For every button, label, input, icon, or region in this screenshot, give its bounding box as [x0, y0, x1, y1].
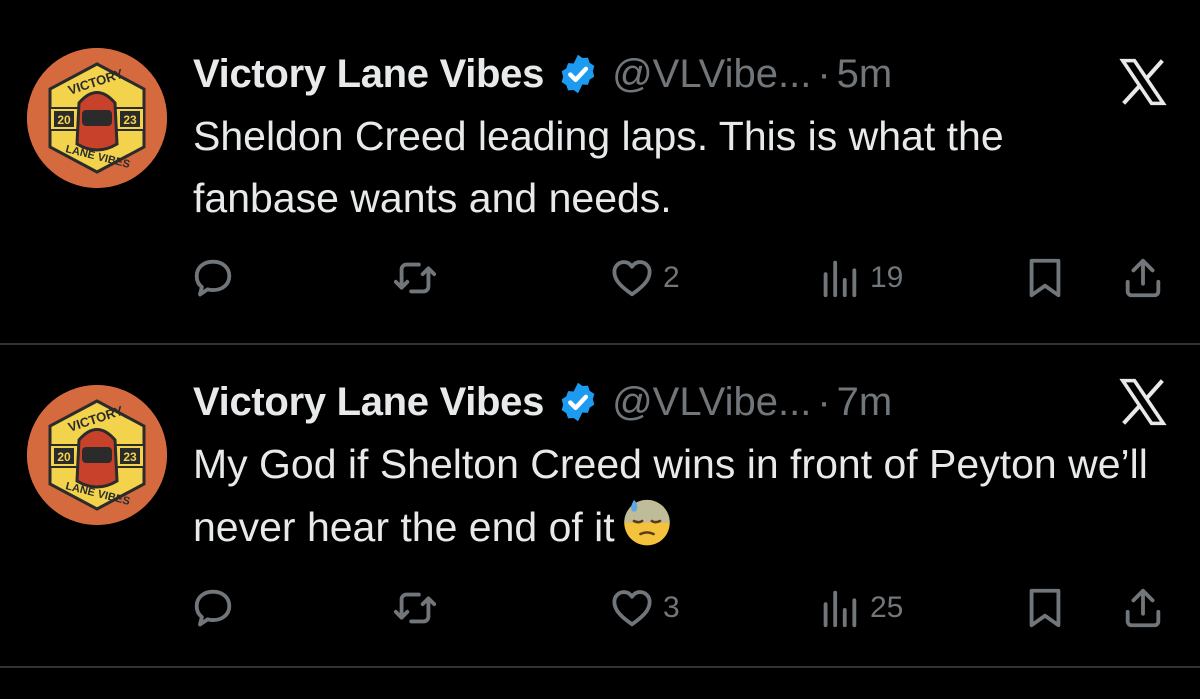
author-handle[interactable]: @VLVibe... — [612, 52, 811, 97]
tweet-divider — [0, 666, 1200, 668]
x-logo-icon — [1119, 58, 1167, 106]
bookmark-button[interactable] — [1022, 580, 1068, 636]
reply-icon — [194, 589, 232, 627]
victory-lane-vibes-logo: 20 23 VICTORY LANE VIBES — [27, 385, 167, 525]
verified-badge-icon[interactable] — [556, 380, 600, 424]
logo-year-right: 23 — [123, 450, 137, 464]
reply-button[interactable] — [190, 580, 236, 636]
share-button[interactable] — [1120, 580, 1166, 636]
view-count: 19 — [870, 261, 904, 294]
retweet-icon — [393, 592, 437, 624]
view-count: 25 — [870, 591, 904, 624]
downcast-face-with-sweat-icon — [623, 499, 670, 546]
x-logo-icon — [1119, 378, 1167, 426]
timestamp[interactable]: 5m — [837, 52, 893, 97]
verified-badge-icon[interactable] — [556, 52, 600, 96]
bookmark-icon — [1029, 258, 1061, 298]
views-button[interactable]: 25 — [816, 580, 903, 636]
retweet-icon — [393, 262, 437, 294]
tweet-actions: 3 25 — [0, 580, 1200, 636]
logo-year-left: 20 — [57, 113, 71, 127]
tweet[interactable]: 20 23 VICTORY LANE VIBES Victory Lane Vi… — [0, 0, 1200, 343]
tweet-text-container: My God if Shelton Creed wins in front of… — [193, 433, 1153, 558]
share-icon — [1125, 588, 1161, 628]
bookmark-button[interactable] — [1022, 250, 1068, 306]
victory-lane-vibes-logo: 20 23 VICTORY LANE VIBES — [27, 48, 167, 188]
like-button[interactable]: 2 — [609, 250, 680, 306]
timestamp[interactable]: 7m — [837, 380, 893, 425]
like-count: 2 — [663, 261, 680, 294]
views-icon — [823, 260, 857, 298]
like-count: 3 — [663, 591, 680, 624]
heart-icon — [612, 260, 652, 297]
views-button[interactable]: 19 — [816, 250, 903, 306]
tweet-header: Victory Lane Vibes @VLVibe... · 5m — [193, 50, 892, 98]
reply-button[interactable] — [190, 250, 236, 306]
author-name[interactable]: Victory Lane Vibes — [193, 380, 544, 425]
retweet-button[interactable] — [392, 250, 438, 306]
separator-dot: · — [817, 51, 831, 96]
retweet-button[interactable] — [392, 580, 438, 636]
views-icon — [823, 590, 857, 628]
logo-year-right: 23 — [123, 113, 137, 127]
bookmark-icon — [1029, 588, 1061, 628]
tweet-text: Sheldon Creed leading laps. This is what… — [193, 113, 1004, 221]
like-button[interactable]: 3 — [609, 580, 680, 636]
reply-icon — [194, 259, 232, 297]
tweet-actions: 2 19 — [0, 250, 1200, 306]
tweet-header: Victory Lane Vibes @VLVibe... · 7m — [193, 378, 892, 426]
share-icon — [1125, 258, 1161, 298]
logo-year-left: 20 — [57, 450, 71, 464]
tweet[interactable]: 20 23 VICTORY LANE VIBES Victory Lane Vi… — [0, 345, 1200, 665]
share-button[interactable] — [1120, 250, 1166, 306]
author-handle[interactable]: @VLVibe... — [612, 380, 811, 425]
heart-icon — [612, 590, 652, 627]
avatar[interactable]: 20 23 VICTORY LANE VIBES — [27, 48, 167, 188]
author-name[interactable]: Victory Lane Vibes — [193, 52, 544, 97]
avatar[interactable]: 20 23 VICTORY LANE VIBES — [27, 385, 167, 525]
separator-dot: · — [817, 379, 831, 424]
